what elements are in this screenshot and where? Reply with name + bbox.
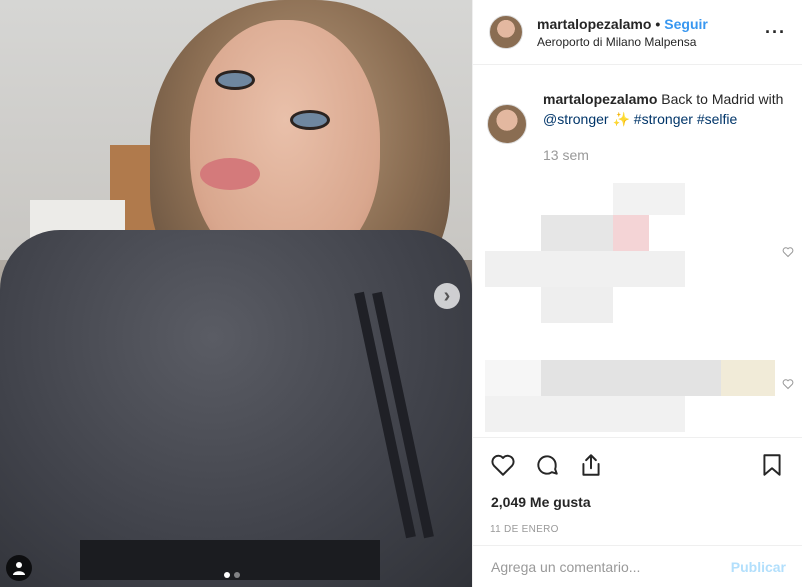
- caption-avatar[interactable]: [487, 104, 527, 144]
- share-button[interactable]: [577, 451, 605, 479]
- like-button[interactable]: [489, 451, 517, 479]
- post-sidebar: martalopezalamo • Seguir Aeroporto di Mi…: [472, 0, 802, 587]
- caption-mention[interactable]: @stronger: [543, 111, 609, 127]
- post-header: martalopezalamo • Seguir Aeroporto di Mi…: [473, 0, 802, 65]
- comment-button[interactable]: [533, 451, 561, 479]
- sparkles-emoji: ✨: [612, 111, 630, 127]
- caption-text: Back to Madrid with: [661, 91, 784, 107]
- blurred-comment-block: [613, 183, 685, 215]
- caption-body: martalopezalamo Back to Madrid with @str…: [543, 89, 797, 165]
- avatar[interactable]: [489, 15, 523, 49]
- blurred-comment-block: [485, 396, 685, 432]
- blurred-comment-block: [721, 360, 775, 396]
- location-link[interactable]: Aeroporto di Milano Malpensa: [537, 35, 765, 49]
- post-date: 11 DE ENERO: [490, 524, 559, 535]
- instagram-post: › martalopezalamo • Seguir Aeroporto di …: [0, 0, 802, 587]
- caption-hashtags[interactable]: #stronger #selfie: [634, 111, 738, 127]
- header-text: martalopezalamo • Seguir Aeroporto di Mi…: [537, 16, 765, 49]
- post-actions: 2,049 Me gusta 11 DE ENERO: [473, 437, 802, 535]
- share-icon: [582, 454, 600, 476]
- post-photo[interactable]: ›: [0, 0, 472, 587]
- comment-form: Publicar: [473, 545, 802, 587]
- caption-timestamp[interactable]: 13 sem: [543, 145, 797, 165]
- more-options-icon[interactable]: ···: [765, 22, 786, 43]
- blurred-comment-block: [541, 287, 613, 323]
- carousel-dots: [224, 572, 240, 578]
- photo-lips: [200, 158, 260, 190]
- comment-input[interactable]: [489, 557, 731, 576]
- bookmark-icon: [763, 454, 781, 476]
- carousel-dot: [224, 572, 230, 578]
- follow-button[interactable]: Seguir: [664, 16, 708, 32]
- blurred-comment-block: [541, 215, 613, 251]
- publish-button[interactable]: Publicar: [731, 559, 786, 575]
- comments-section: martalopezalamo Back to Madrid with @str…: [473, 65, 802, 435]
- blurred-comment-block: [485, 360, 541, 396]
- chevron-right-icon: ›: [443, 285, 451, 307]
- username-link[interactable]: martalopezalamo: [537, 16, 651, 32]
- photo-eye-right: [290, 110, 330, 130]
- heart-icon: [491, 454, 515, 476]
- comment-icon: [537, 455, 558, 475]
- blurred-comment-block: [541, 360, 721, 396]
- user-icon: [13, 562, 25, 575]
- likes-count[interactable]: 2,049 Me gusta: [473, 480, 802, 510]
- photo-eye-left: [215, 70, 255, 90]
- blurred-comment-block: [613, 215, 649, 251]
- action-buttons: [473, 438, 802, 480]
- user-tag-button[interactable]: [6, 555, 32, 581]
- caption: martalopezalamo Back to Madrid with @str…: [487, 89, 797, 165]
- header-line: martalopezalamo • Seguir: [537, 16, 765, 32]
- comment-like-icon[interactable]: [782, 246, 794, 258]
- carousel-dot: [234, 572, 240, 578]
- carousel-next-button[interactable]: ›: [434, 283, 460, 309]
- separator-bullet: •: [655, 15, 661, 32]
- blurred-comment-block: [485, 251, 685, 287]
- caption-text-block: martalopezalamo Back to Madrid with @str…: [543, 89, 797, 129]
- save-button[interactable]: [758, 451, 786, 479]
- comment-like-icon[interactable]: [782, 378, 794, 390]
- caption-username[interactable]: martalopezalamo: [543, 91, 657, 107]
